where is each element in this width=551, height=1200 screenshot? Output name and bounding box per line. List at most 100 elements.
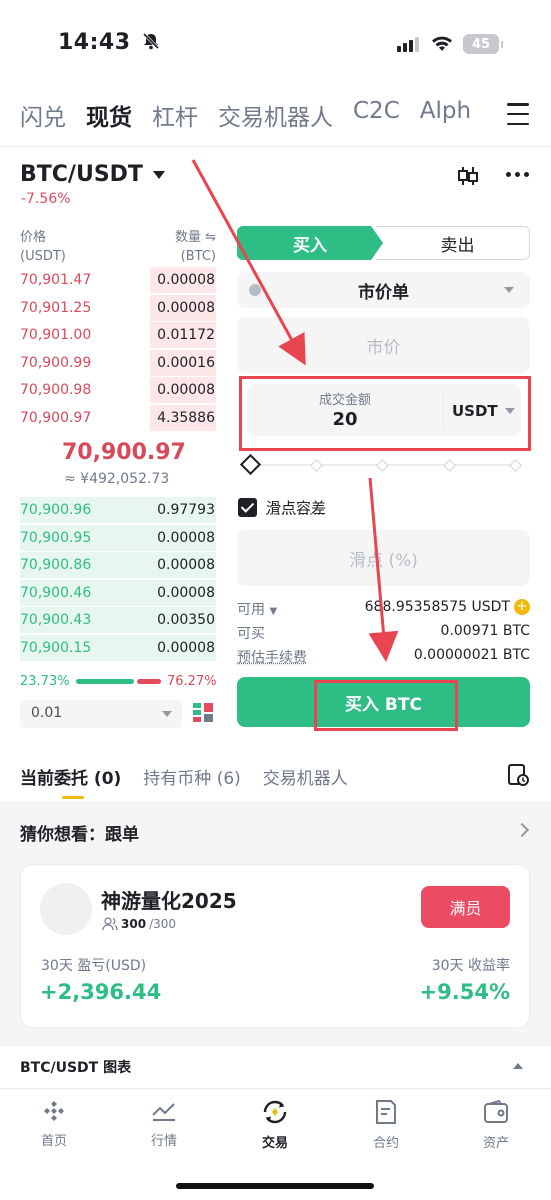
full-button[interactable]: 满员: [421, 886, 510, 928]
ask-price: 70,901.25: [20, 299, 92, 316]
ask-row[interactable]: 70,900.99 0.00016: [20, 350, 216, 376]
slippage-checkbox[interactable]: [238, 498, 257, 517]
nav-home[interactable]: 首页: [14, 1099, 94, 1149]
buy-ratio: 23.73%: [20, 674, 70, 689]
slippage-label[interactable]: 滑点容差: [266, 497, 326, 518]
ob-price-header: 价格 (USDT): [20, 230, 66, 264]
nav-market[interactable]: 行情: [124, 1099, 204, 1149]
ob-qty-header[interactable]: 数量 ⇋ (BTC): [175, 228, 216, 266]
ask-price: 70,901.00: [20, 327, 92, 343]
tab-open-orders[interactable]: 当前委托 (0): [20, 764, 121, 789]
highlight-box-buy: [314, 680, 458, 731]
ask-price: 70,900.97: [20, 409, 92, 426]
bid-row[interactable]: 70,900.43 0.00350: [20, 607, 216, 633]
last-price-cny: ≈ ¥492,052.73: [64, 471, 170, 487]
fee-row: 预估手续费 0.00000021 BTC: [237, 647, 530, 666]
bid-row[interactable]: 70,900.15 0.00008: [20, 635, 216, 661]
battery-icon: 45: [463, 34, 503, 54]
divider: [0, 146, 551, 147]
caret-down-icon: [504, 287, 514, 293]
avatar: [40, 883, 92, 935]
tab-underline: [62, 796, 84, 799]
pair-selector[interactable]: BTC/USDT: [20, 162, 165, 187]
caret-down-icon: [162, 711, 172, 717]
bid-row[interactable]: 70,900.96 0.97793: [20, 497, 216, 523]
tab-bots[interactable]: 交易机器人: [263, 764, 348, 789]
menu-icon[interactable]: [507, 103, 529, 125]
ask-row[interactable]: 70,900.97 4.35886: [20, 405, 216, 431]
candlestick-chart-icon[interactable]: [457, 165, 479, 187]
signal-icon: [397, 37, 419, 52]
bid-price: 70,900.43: [20, 612, 92, 628]
tab-margin[interactable]: 杠杆: [152, 98, 198, 132]
nav-assets[interactable]: 资产: [456, 1099, 536, 1151]
ask-row[interactable]: 70,901.47 0.00008: [20, 267, 216, 293]
market-icon: [152, 1103, 175, 1121]
tab-flash-swap[interactable]: 闪兑: [20, 98, 66, 132]
bid-price: 70,900.46: [20, 584, 92, 601]
order-type-select[interactable]: 市价单: [237, 272, 530, 308]
slider-stop-75[interactable]: [443, 459, 456, 472]
ask-row[interactable]: 70,900.98 0.00008: [20, 377, 216, 403]
sell-ratio-bar: [137, 679, 161, 684]
bid-price: 70,900.96: [20, 502, 92, 518]
nav-trade[interactable]: 交易: [235, 1099, 315, 1151]
bid-qty: 0.00350: [157, 612, 215, 628]
chart-toggle[interactable]: BTC/USDT 图表: [20, 1057, 131, 1077]
slider-stop-100[interactable]: [509, 459, 522, 472]
status-time: 14:43: [58, 30, 161, 55]
ask-qty: 0.00008: [157, 272, 215, 288]
tab-trading-bots[interactable]: 交易机器人: [218, 98, 333, 132]
bid-qty: 0.00008: [157, 639, 215, 656]
ask-price: 70,901.47: [20, 272, 92, 288]
price-field-market: 市价: [237, 317, 530, 373]
tab-holdings[interactable]: 持有币种 (6): [143, 764, 240, 789]
slippage-input[interactable]: 滑点 (%): [237, 530, 530, 586]
bid-qty: 0.00008: [157, 584, 215, 601]
caret-down-icon: [152, 170, 165, 179]
more-options-icon[interactable]: [506, 172, 529, 177]
add-funds-icon[interactable]: +: [514, 599, 530, 615]
top-tabs: 闪兑 现货 杠杆 交易机器人 C2C Alph: [20, 98, 471, 132]
buy-ratio-bar: [76, 679, 134, 684]
buy-tab[interactable]: 买入: [237, 226, 383, 260]
status-icons: 45: [397, 34, 503, 54]
tab-spot[interactable]: 现货: [86, 98, 132, 132]
depth-precision-select[interactable]: 0.01: [20, 700, 182, 728]
bid-row[interactable]: 70,900.95 0.00008: [20, 525, 216, 551]
sell-ratio: 76.27%: [167, 674, 217, 689]
order-history-icon[interactable]: [507, 763, 529, 787]
ask-qty: 0.00016: [157, 354, 215, 371]
bid-qty: 0.00008: [157, 557, 215, 573]
tab-c2c[interactable]: C2C: [353, 98, 400, 132]
trade-icon: [263, 1100, 287, 1124]
ask-qty: 4.35886: [157, 409, 215, 426]
slider-stop-50[interactable]: [376, 459, 389, 472]
nav-futures[interactable]: 合约: [346, 1099, 426, 1151]
orderbook-layout-icon[interactable]: [192, 702, 214, 726]
amount-slider-handle[interactable]: [239, 453, 262, 476]
available-row: 可用 ▼ 688.95358575 USDT +: [237, 599, 530, 619]
caret-up-icon[interactable]: [513, 1063, 523, 1069]
ask-row[interactable]: 70,901.00 0.01172: [20, 322, 216, 348]
info-icon[interactable]: [249, 284, 261, 296]
bid-price: 70,900.15: [20, 639, 92, 656]
home-indicator: [176, 1183, 374, 1189]
wallet-icon: [484, 1099, 508, 1123]
tab-alpha[interactable]: Alph: [420, 98, 471, 132]
bid-row[interactable]: 70,900.46 0.00008: [20, 580, 216, 606]
orders-tabs: 当前委托 (0) 持有币种 (6) 交易机器人: [20, 764, 348, 789]
roi-label: 30天 收益率: [431, 958, 510, 974]
lead-trader-name[interactable]: 神游量化2025: [101, 885, 237, 914]
bid-row[interactable]: 70,900.86 0.00008: [20, 552, 216, 578]
slider-stop-25[interactable]: [310, 459, 323, 472]
ask-row[interactable]: 70,901.25 0.00008: [20, 295, 216, 321]
bid-price: 70,900.86: [20, 557, 92, 573]
futures-icon: [376, 1100, 396, 1124]
sell-tab[interactable]: 卖出: [376, 226, 530, 260]
pnl-value: +2,396.44: [40, 980, 162, 1004]
mute-bell-icon: [142, 32, 159, 50]
ask-qty: 0.00008: [157, 299, 215, 316]
wifi-icon: [432, 36, 452, 51]
bid-price: 70,900.95: [20, 529, 92, 546]
